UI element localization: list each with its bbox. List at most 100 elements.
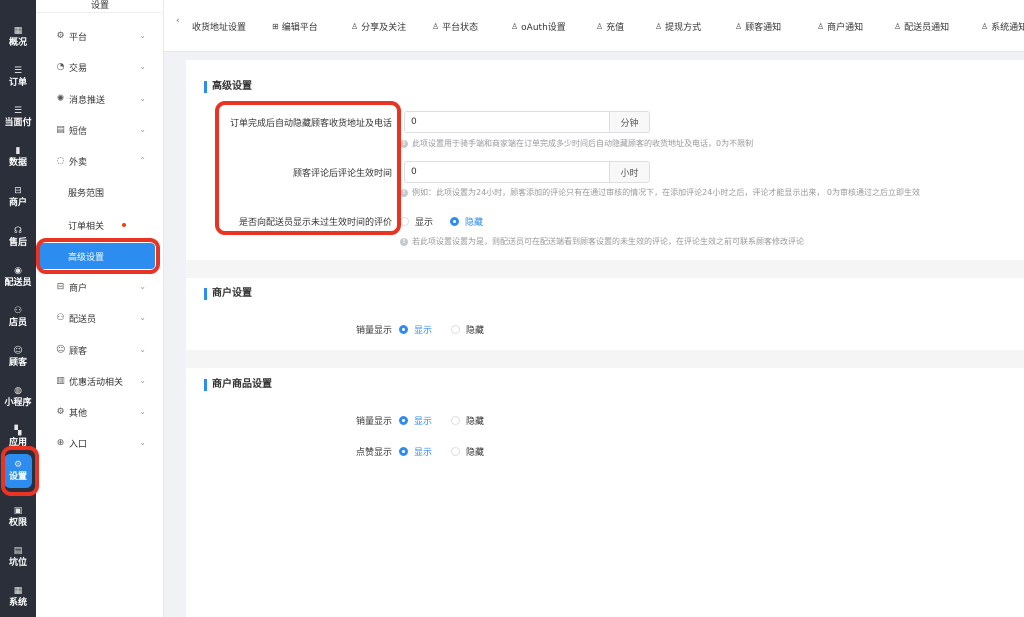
list-icon: ☰ xyxy=(13,65,23,76)
goods-sales-hide-radio[interactable]: 隐藏 xyxy=(451,414,484,427)
tab-label: 平台状态 xyxy=(442,22,479,33)
tab-9[interactable]: ♙ 配送员通知 xyxy=(894,18,949,34)
submenu-item-7[interactable]: 高级设置 xyxy=(39,243,155,269)
radio-label: 隐藏 xyxy=(466,326,485,336)
goods-sales-show-radio[interactable]: 显示 xyxy=(399,414,432,427)
rail-item-label: 配送员 xyxy=(4,277,32,288)
rail-item-14[interactable]: ▦ 系统 xyxy=(0,578,36,616)
rail-item-11[interactable]: ⚙ 设置 xyxy=(4,454,32,488)
radio-label: 显示 xyxy=(415,218,434,228)
submenu-item-1[interactable]: ◔ 交易 ⌄ xyxy=(36,54,164,80)
rail-item-label: 应用 xyxy=(8,437,27,448)
rail-item-9[interactable]: ◍ 小程序 xyxy=(0,378,36,416)
submenu-item-8[interactable]: ⊟ 商户 ⌄ xyxy=(36,274,164,300)
tab-3[interactable]: ♙ 平台状态 xyxy=(432,18,478,34)
goods-like-show-radio[interactable]: 显示 xyxy=(399,445,432,458)
user-icon: ☺ xyxy=(56,344,66,355)
hide-address-input[interactable] xyxy=(404,111,610,133)
submenu-item-0[interactable]: ⚙ 平台 ⌄ xyxy=(36,23,164,49)
tab-10[interactable]: ♙ 系统通知 xyxy=(981,18,1024,34)
rail-item-label: 数据 xyxy=(8,157,27,168)
radio-label: 隐藏 xyxy=(466,417,485,427)
rail-item-label: 顾客 xyxy=(8,357,27,368)
advanced-settings-card: 高级设置 订单完成后自动隐藏顾客收货地址及电话 分钟 ! 此项设置用于骑手端和商… xyxy=(186,60,1024,260)
pie-icon: ◔ xyxy=(56,61,65,72)
tab-1[interactable]: ⊞ 编辑平台 xyxy=(272,18,318,34)
oauth-icon: ♙ xyxy=(511,21,519,31)
withdraw-icon: ♙ xyxy=(655,21,663,31)
rail-item-3[interactable]: ▮ 数据 xyxy=(0,138,36,176)
show-rider-review-hint-text: 若此项设置设置为是，则配送员可在配送端看到顾客设置的未生效的评论，在评论生效之前… xyxy=(412,237,804,246)
tab-7[interactable]: ♙ 顾客通知 xyxy=(735,18,781,34)
submenu-item-label: 外卖 xyxy=(69,157,88,168)
tab-6[interactable]: ♙ 提现方式 xyxy=(655,18,701,34)
radio-label: 显示 xyxy=(414,417,433,427)
merchant-sales-show-radio[interactable]: 显示 xyxy=(399,323,432,336)
rail-item-2[interactable]: ☰ 当面付 xyxy=(0,98,36,136)
submenu-item-6[interactable]: 订单相关 xyxy=(36,212,164,238)
chevron-down-icon: ⌄ xyxy=(139,407,146,416)
user-circle-icon: ☺ xyxy=(13,345,23,356)
system-notify-icon: ♙ xyxy=(981,21,989,31)
tab-5[interactable]: ♙ 充值 xyxy=(596,18,624,34)
chevron-down-icon: ⌄ xyxy=(139,94,146,103)
show-rider-review-label: 是否向配送员显示未过生效时间的评价 xyxy=(238,218,392,228)
tab-label: 商户通知 xyxy=(827,22,864,33)
rail-item-6[interactable]: ◉ 配送员 xyxy=(0,258,36,296)
submenu-item-13[interactable]: ⊕ 入口 ⌄ xyxy=(36,430,164,456)
submenu-item-5[interactable]: 服务范围 xyxy=(36,179,164,205)
submenu-item-label: 顾客 xyxy=(69,346,88,357)
entry-icon: ⊕ xyxy=(56,437,65,448)
submenu-item-2[interactable]: ✺ 消息推送 ⌄ xyxy=(36,86,164,112)
chevron-down-icon: ⌄ xyxy=(139,313,146,322)
rail-item-10[interactable]: ▚ 应用 xyxy=(0,418,36,456)
submenu-item-4[interactable]: ◌ 外卖 ⌃ xyxy=(36,148,164,174)
customer-notify-icon: ♙ xyxy=(735,21,743,31)
rail-item-label: 权限 xyxy=(8,517,27,528)
submenu-title: 设置 xyxy=(36,0,164,13)
tab-4[interactable]: ♙ oAuth设置 xyxy=(511,18,566,34)
tab-label: 充值 xyxy=(606,22,625,33)
rail-item-5[interactable]: ☊ 售后 xyxy=(0,218,36,256)
goods-like-hide-radio[interactable]: 隐藏 xyxy=(451,445,484,458)
submenu-item-3[interactable]: ▤ 短信 ⌄ xyxy=(36,117,164,143)
submenu-item-10[interactable]: ☺ 顾客 ⌄ xyxy=(36,337,164,363)
rail-item-7[interactable]: ⚇ 店员 xyxy=(0,298,36,336)
radio-circle xyxy=(399,447,408,456)
tab-label: 提现方式 xyxy=(665,22,702,33)
rail-item-12[interactable]: ▣ 权限 xyxy=(0,498,36,536)
users-icon: ⚇ xyxy=(13,305,23,316)
submenu-item-9[interactable]: ⚇ 配送员 ⌄ xyxy=(36,305,164,331)
review-effective-input[interactable] xyxy=(404,161,610,183)
wechat-icon: ◍ xyxy=(14,385,22,396)
submenu-item-12[interactable]: ⚙ 其他 ⌄ xyxy=(36,399,164,425)
radio-circle xyxy=(451,416,460,425)
submenu-item-label: 订单相关 xyxy=(68,221,105,232)
rail-item-8[interactable]: ☺ 顾客 xyxy=(0,338,36,376)
tab-scroll-left-icon[interactable]: ‹ xyxy=(176,16,180,26)
merchant-settings-title: 商户设置 xyxy=(204,288,252,300)
show-rider-review-show-radio[interactable]: 显示 xyxy=(400,215,433,228)
chevron-down-icon: ⌄ xyxy=(139,438,146,447)
submenu-item-11[interactable]: ▥ 优惠活动相关 ⌄ xyxy=(36,368,164,394)
gear-icon: ⚙ xyxy=(56,30,65,41)
headset-icon: ☊ xyxy=(14,225,22,236)
rail-item-4[interactable]: ⊟ 商户 xyxy=(0,178,36,216)
rail-item-0[interactable]: ▦ 概况 xyxy=(0,18,36,56)
tab-label: 顾客通知 xyxy=(745,22,782,33)
tab-label: 编辑平台 xyxy=(281,22,318,33)
merchant-sales-hide-radio[interactable]: 隐藏 xyxy=(451,323,484,336)
rail-item-1[interactable]: ☰ 订单 xyxy=(0,58,36,96)
rail-item-13[interactable]: ▤ 坑位 xyxy=(0,538,36,576)
chevron-down-icon: ⌄ xyxy=(139,345,146,354)
show-rider-review-hide-radio[interactable]: 隐藏 xyxy=(450,215,483,228)
tab-2[interactable]: ♙ 分享及关注 xyxy=(351,18,406,34)
settings-submenu: 设置 ⚙ 平台 ⌄ ◔ 交易 ⌄ ✺ 消息推送 ⌄ ▤ 短信 ⌄ ◌ 外卖 ⌃ 服务范围订单相关高级设置 ⊟ 商户… xyxy=(36,0,164,617)
review-effective-hint: ! 例如：此项设置为24小时，顾客添加的评论只有在通过审核的情况下，在添加评论2… xyxy=(400,187,920,198)
tab-0[interactable]: 收货地址设置 xyxy=(192,18,246,34)
chevron-down-icon: ⌄ xyxy=(139,31,146,40)
rail-item-label: 当面付 xyxy=(4,117,32,128)
bar-chart-icon: ▮ xyxy=(15,145,21,156)
tab-8[interactable]: ♙ 商户通知 xyxy=(817,18,863,34)
user-share-icon: ♙ xyxy=(351,21,359,31)
